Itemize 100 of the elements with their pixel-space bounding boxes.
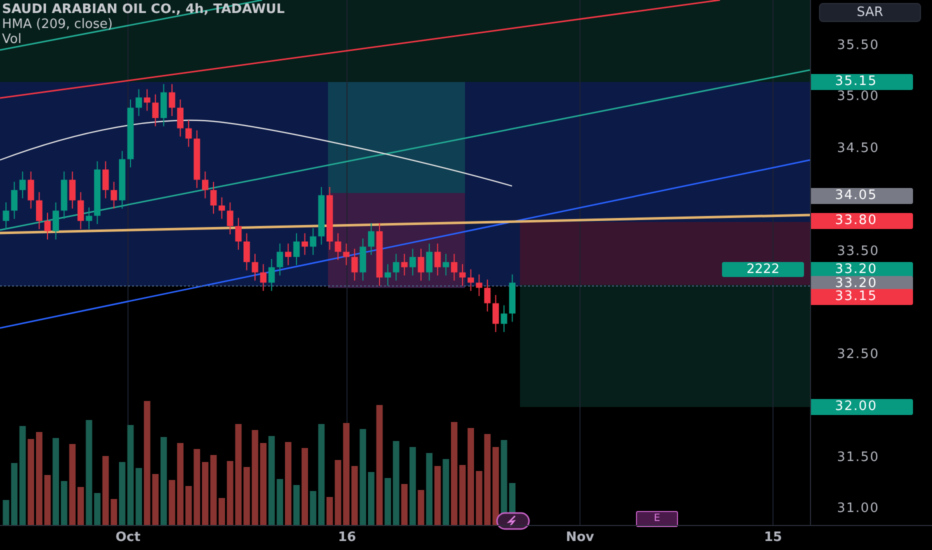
price-tick: 32.50: [837, 346, 880, 363]
candle: [252, 253, 258, 282]
price-tick: 31.50: [837, 450, 880, 466]
candle: [302, 232, 308, 256]
volume-bar: [459, 465, 466, 525]
volume-bar: [94, 493, 100, 525]
volume-bar: [60, 481, 68, 525]
volume-bar: [293, 485, 300, 525]
volume-bar: [2, 500, 10, 525]
price-label: 34.05: [811, 188, 913, 204]
volume-bar: [426, 453, 432, 525]
volume-bar: [418, 490, 424, 525]
candle: [218, 196, 225, 220]
candle: [44, 212, 51, 240]
candle: [127, 99, 134, 168]
volume-bar: [368, 472, 374, 525]
candle: [235, 217, 242, 250]
candle: [484, 279, 491, 312]
position-badge: 2222: [722, 262, 804, 277]
candle: [410, 248, 416, 276]
candle: [476, 274, 482, 297]
candle: [168, 84, 176, 116]
candle: [94, 160, 100, 225]
volume-bar: [351, 466, 358, 525]
price-tick: 33.50: [837, 244, 880, 260]
volume-bar: [44, 475, 51, 525]
candle: [152, 94, 159, 127]
indicator-label[interactable]: HMA (209, close): [2, 17, 285, 32]
candle: [102, 160, 109, 199]
candle: [260, 264, 266, 292]
volume-bar: [119, 462, 126, 525]
candle: [276, 243, 284, 276]
candle: [185, 120, 192, 148]
candle: [326, 186, 333, 250]
indicator-label[interactable]: Vol: [2, 32, 285, 47]
price-label: 35.15: [811, 74, 913, 90]
split-event-icon[interactable]: [496, 512, 530, 530]
candle: [459, 264, 466, 286]
candle: [310, 228, 316, 256]
volume-bar: [226, 461, 234, 525]
candle: [360, 238, 366, 282]
volume-bar: [276, 479, 284, 525]
candle: [136, 88, 142, 116]
volume-bar: [334, 460, 342, 525]
price-label: 33.15: [811, 289, 913, 305]
candle: [119, 150, 126, 210]
volume-bar: [168, 480, 176, 525]
candle: [110, 181, 118, 210]
candle: [285, 243, 292, 266]
candle: [343, 243, 350, 266]
price-tick: 35.00: [837, 89, 880, 106]
candle: [426, 243, 432, 282]
candle: [28, 171, 34, 210]
candle: [86, 207, 92, 230]
currency-button[interactable]: SAR: [819, 3, 921, 22]
price-label: 32.00: [811, 399, 913, 415]
volume-bar: [218, 498, 225, 525]
candle: [11, 181, 18, 220]
volume-bar: [476, 471, 482, 525]
candle: [401, 253, 408, 276]
earnings-event-marker[interactable]: E: [636, 511, 678, 527]
volume-bar: [244, 467, 250, 525]
candle: [376, 222, 383, 286]
volume-bar: [442, 459, 450, 525]
candle: [194, 130, 200, 188]
candle: [318, 186, 325, 246]
price-label: 33.80: [811, 213, 913, 229]
candle: [500, 304, 508, 333]
candle: [160, 84, 167, 127]
volume-bar: [401, 484, 408, 525]
price-tick: 31.00: [837, 501, 880, 518]
candle: [351, 248, 358, 282]
candle: [19, 171, 26, 199]
candle: [69, 171, 76, 210]
volume-bar: [11, 463, 18, 525]
candle: [2, 202, 10, 230]
candle: [368, 222, 374, 256]
time-tick: Nov: [566, 530, 594, 545]
volume-bar: [110, 499, 118, 525]
candle: [293, 232, 300, 266]
volume-bar: [384, 478, 391, 525]
candle: [434, 243, 441, 276]
candle: [226, 202, 234, 235]
candle: [60, 171, 68, 220]
time-tick: 15: [764, 530, 782, 545]
volume-bar: [136, 468, 142, 525]
candle: [468, 268, 474, 292]
price-tick: 35.50: [837, 38, 880, 54]
candle: [418, 248, 424, 282]
candle: [384, 264, 391, 286]
candle: [202, 171, 208, 199]
candle: [177, 99, 184, 138]
candle: [210, 181, 217, 214]
volume-bar: [78, 487, 84, 525]
volume-bar: [152, 474, 159, 525]
candle: [392, 253, 400, 282]
volume-bar: [434, 466, 441, 525]
candle: [36, 192, 42, 230]
volume-bar: [202, 462, 208, 525]
candle: [509, 274, 516, 322]
